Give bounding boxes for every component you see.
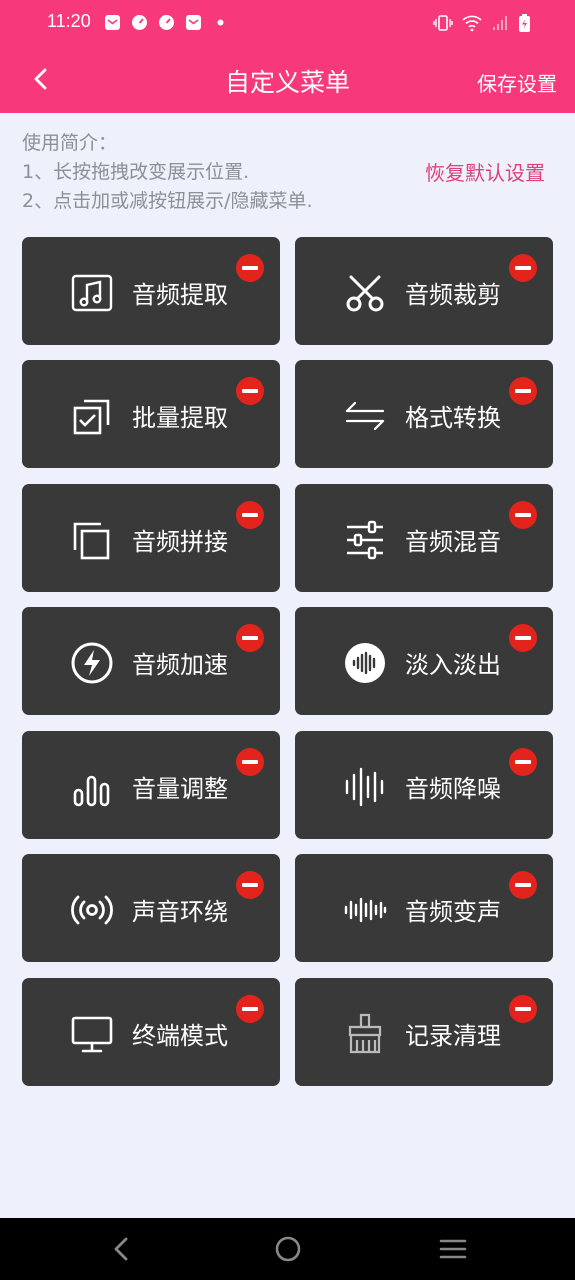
intro-heading: 使用简介：	[22, 132, 118, 154]
menu-card-label: 音频加速	[132, 651, 228, 679]
music-note-icon	[71, 274, 113, 312]
surround-broadcast-icon	[71, 895, 113, 925]
menu-card-format-convert[interactable]: 格式转换	[295, 360, 553, 468]
menu-card-audio-cut[interactable]: 音频裁剪	[295, 237, 553, 345]
system-nav-bar	[0, 1218, 575, 1280]
remove-badge-icon[interactable]	[236, 871, 264, 899]
menu-card-label: 音频裁剪	[405, 281, 501, 309]
remove-badge-icon[interactable]	[509, 501, 537, 529]
copy-stack-icon	[73, 522, 110, 560]
save-settings-button[interactable]: 保存设置	[477, 68, 557, 97]
menu-card-terminal-mode[interactable]: 终端模式	[22, 978, 280, 1086]
menu-card-fade-in-out[interactable]: 淡入淡出	[295, 607, 553, 715]
remove-badge-icon[interactable]	[509, 995, 537, 1023]
restore-defaults-button[interactable]: 恢复默认设置	[425, 157, 545, 186]
remove-badge-icon[interactable]	[236, 624, 264, 652]
status-bar: 11:20	[0, 0, 575, 46]
monitor-icon	[71, 1016, 113, 1053]
batch-check-icon	[73, 399, 110, 435]
battery-charging-icon	[519, 14, 530, 32]
remove-badge-icon[interactable]	[236, 748, 264, 776]
menu-card-label: 记录清理	[405, 1022, 501, 1050]
status-time: 11:20	[47, 11, 91, 31]
more-dot-icon	[217, 19, 224, 26]
usage-intro: 使用简介： 1、长按拖拽改变展示位置. 2、点击加或减按钮展示/隐藏菜单.	[22, 129, 313, 216]
mail-notification-icon-2	[186, 15, 201, 30]
scissors-icon	[346, 275, 384, 312]
signal-icon	[493, 16, 507, 30]
menu-card-label: 声音环绕	[132, 898, 228, 926]
menu-card-audio-extract[interactable]: 音频提取	[22, 237, 280, 345]
menu-card-label: 音频拼接	[132, 528, 228, 556]
voice-wave-icon	[344, 897, 387, 923]
intro-line-2: 2、点击加或减按钮展示/隐藏菜单.	[22, 190, 313, 212]
remove-badge-icon[interactable]	[236, 501, 264, 529]
menu-card-surround-sound[interactable]: 声音环绕	[22, 854, 280, 962]
remove-badge-icon[interactable]	[509, 254, 537, 282]
vibrate-icon	[433, 15, 453, 31]
nav-home-icon[interactable]	[273, 1234, 303, 1264]
remove-badge-icon[interactable]	[236, 254, 264, 282]
menu-card-audio-join[interactable]: 音频拼接	[22, 484, 280, 592]
menu-card-label: 淡入淡出	[405, 651, 501, 679]
menu-card-label: 批量提取	[132, 404, 228, 432]
menu-card-label: 音频变声	[405, 898, 501, 926]
menu-card-label: 格式转换	[405, 404, 501, 432]
menu-card-batch-extract[interactable]: 批量提取	[22, 360, 280, 468]
lightning-icon	[71, 642, 113, 684]
remove-badge-icon[interactable]	[509, 871, 537, 899]
remove-badge-icon[interactable]	[509, 748, 537, 776]
remove-badge-icon[interactable]	[509, 624, 537, 652]
waveform-circle-icon	[345, 643, 385, 683]
menu-card-label: 音频混音	[405, 528, 501, 556]
nav-back-icon[interactable]	[107, 1234, 137, 1264]
toolbar: 自定义菜单 保存设置	[0, 46, 575, 113]
menu-card-noise-reduce[interactable]: 音频降噪	[295, 731, 553, 839]
nav-recents-icon[interactable]	[438, 1234, 468, 1264]
wifi-icon	[462, 15, 482, 32]
broom-icon	[348, 1013, 382, 1054]
mail-notification-icon	[105, 15, 120, 30]
menu-card-volume-adjust[interactable]: 音量调整	[22, 731, 280, 839]
swap-arrows-icon	[345, 401, 385, 431]
menu-card-label: 音量调整	[132, 775, 228, 803]
volume-bars-icon	[73, 775, 110, 807]
menu-card-label: 音频提取	[132, 281, 228, 309]
remove-badge-icon[interactable]	[509, 377, 537, 405]
menu-card-record-clean[interactable]: 记录清理	[295, 978, 553, 1086]
noise-wave-icon	[345, 767, 384, 807]
menu-card-voice-change[interactable]: 音频变声	[295, 854, 553, 962]
system-status-icons	[433, 13, 531, 33]
notification-icons	[104, 14, 229, 31]
menu-card-audio-speed[interactable]: 音频加速	[22, 607, 280, 715]
sliders-icon	[347, 520, 383, 560]
remove-badge-icon[interactable]	[236, 995, 264, 1023]
intro-line-1: 1、长按拖拽改变展示位置.	[22, 161, 250, 183]
menu-card-label: 音频降噪	[405, 775, 501, 803]
speed-notification-icon	[132, 15, 147, 30]
speed-notification-icon-2	[159, 15, 174, 30]
app-header: 11:20 自定义菜单 保存设置	[0, 0, 575, 113]
remove-badge-icon[interactable]	[236, 377, 264, 405]
menu-card-label: 终端模式	[132, 1022, 228, 1050]
menu-card-audio-mix[interactable]: 音频混音	[295, 484, 553, 592]
